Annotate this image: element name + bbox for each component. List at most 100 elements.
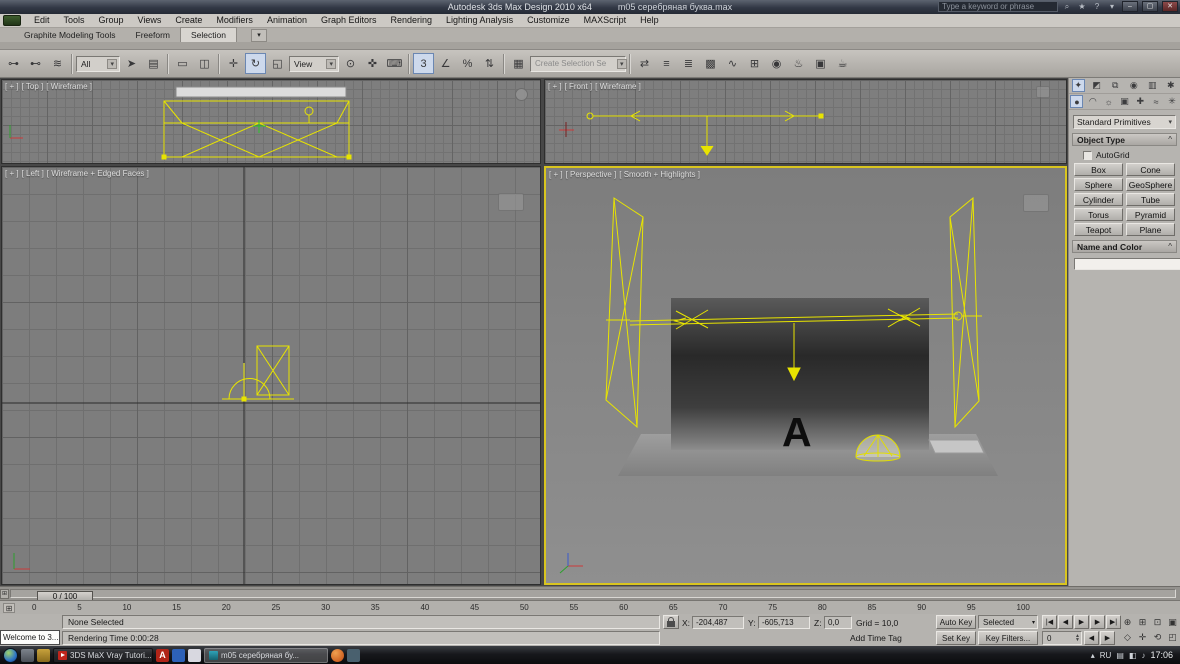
key-mode-dropdown[interactable]: Selected ▾ — [978, 615, 1038, 629]
object-type-button[interactable]: Pyramid — [1126, 208, 1175, 221]
taskbar-app-icon-light[interactable] — [188, 648, 201, 662]
viewport-shading-label[interactable]: [ Smooth + Highlights ] — [619, 170, 700, 179]
field-of-view-icon[interactable]: ◇ — [1120, 630, 1135, 645]
keyboard-override-icon[interactable]: ⌨ — [384, 53, 405, 74]
auto-key-button[interactable]: Auto Key — [936, 615, 976, 629]
viewport-menu-button[interactable]: [ + ] — [549, 170, 563, 179]
viewport-shading-label[interactable]: [ Wireframe ] — [46, 82, 92, 91]
ribbon-tab-selection[interactable]: Selection — [180, 27, 237, 42]
ribbon-tab-freeform[interactable]: Freeform — [126, 28, 180, 42]
viewport-name-label[interactable]: [ Perspective ] — [566, 170, 617, 179]
object-type-button[interactable]: Tube — [1126, 193, 1175, 206]
unlink-selection-icon[interactable]: ⊷ — [25, 53, 46, 74]
lights-category-icon[interactable]: ☼ — [1102, 95, 1115, 108]
zoom-icon[interactable]: ⊕ — [1120, 615, 1135, 630]
viewcube[interactable] — [498, 193, 524, 211]
mirror-icon[interactable]: ⇄ — [634, 53, 655, 74]
motion-tab-icon[interactable]: ◉ — [1127, 79, 1140, 92]
viewport-menu-button[interactable]: [ + ] — [5, 169, 19, 178]
selection-region-icon[interactable]: ▭ — [172, 53, 193, 74]
menu-item[interactable]: Create — [168, 14, 209, 27]
select-by-name-icon[interactable]: ▤ — [143, 53, 164, 74]
menu-item[interactable]: Rendering — [384, 14, 440, 27]
select-and-scale-icon[interactable]: ◱ — [267, 53, 288, 74]
object-type-button[interactable]: Cone — [1126, 163, 1175, 176]
quick-launch-folder-icon[interactable] — [37, 648, 50, 662]
start-button[interactable] — [3, 647, 18, 663]
snaps-toggle-icon[interactable]: 3 — [413, 53, 434, 74]
percent-snap-icon[interactable]: % — [457, 53, 478, 74]
viewport-name-label[interactable]: [ Top ] — [22, 82, 44, 91]
viewport-left[interactable]: [ + ] [ Left ] [ Wireframe + Edged Faces… — [1, 166, 541, 585]
maximize-viewport-toggle-icon[interactable]: ◰ — [1165, 630, 1180, 645]
set-key-button[interactable]: Set Key — [936, 631, 976, 645]
named-selection-sets-icon[interactable]: ▦ — [508, 53, 529, 74]
mini-curve-editor-button[interactable]: ⊞ — [3, 603, 15, 613]
create-tab-icon[interactable]: ✦ — [1071, 79, 1085, 92]
selection-filter-dropdown[interactable]: All ▾ — [76, 55, 120, 72]
time-slider-track[interactable]: 0 / 100 — [10, 589, 1176, 601]
select-and-move-icon[interactable]: ✛ — [223, 53, 244, 74]
restore-button[interactable]: ▢ — [1142, 1, 1158, 12]
current-frame-field[interactable]: 0 ▲ ▼ — [1042, 631, 1082, 645]
schematic-view-icon[interactable]: ⊞ — [744, 53, 765, 74]
key-filters-button[interactable]: Key Filters... — [978, 631, 1038, 645]
rendered-frame-window-icon[interactable]: ▣ — [810, 53, 831, 74]
menu-item[interactable]: Tools — [57, 14, 92, 27]
menu-item[interactable]: Lighting Analysis — [439, 14, 520, 27]
volume-tray-icon[interactable]: ♪ — [1141, 651, 1145, 660]
viewport-front[interactable]: [ + ] [ Front ] [ Wireframe ] — [544, 79, 1067, 164]
timeline-config-button[interactable]: ⊞ — [0, 589, 9, 599]
menu-item[interactable]: Group — [92, 14, 131, 27]
next-frame-button[interactable]: ▶ — [1090, 615, 1105, 629]
keyboard-tray-icon[interactable]: ▤ — [1116, 651, 1124, 660]
go-to-start-button[interactable]: |◀ — [1042, 615, 1057, 629]
go-to-end-button[interactable]: ▶| — [1106, 615, 1121, 629]
viewport-top[interactable]: [ + ] [ Top ] [ Wireframe ] — [1, 79, 541, 164]
add-time-tag-label[interactable]: Add Time Tag — [850, 633, 902, 643]
pan-view-icon[interactable]: ✛ — [1135, 630, 1150, 645]
application-menu-icon[interactable] — [3, 15, 21, 26]
play-button[interactable]: ▶ — [1074, 615, 1089, 629]
taskbar-app-icon-blue[interactable] — [172, 648, 185, 662]
zoom-extents-icon[interactable]: ⊡ — [1150, 615, 1165, 630]
menu-item[interactable]: Graph Editors — [314, 14, 384, 27]
taskbar-window-browser[interactable]: 3DS MaX Vray Tutori... — [53, 647, 153, 663]
named-selection-set-combo[interactable]: ▾ — [530, 55, 627, 72]
object-type-button[interactable]: Box — [1074, 163, 1123, 176]
utilities-tab-icon[interactable]: ✱ — [1164, 79, 1177, 92]
layer-manager-icon[interactable]: ≣ — [678, 53, 699, 74]
angle-snap-icon[interactable]: ∠ — [435, 53, 456, 74]
viewcube-home-icon[interactable] — [515, 88, 528, 101]
viewport-shading-label[interactable]: [ Wireframe ] — [595, 82, 641, 91]
object-name-input[interactable] — [1074, 258, 1180, 270]
object-type-rollout[interactable]: Object Type ^ — [1072, 133, 1177, 146]
select-and-rotate-icon[interactable]: ↻ — [245, 53, 266, 74]
menu-item[interactable]: Help — [633, 14, 666, 27]
taskbar-app-icon-a[interactable]: A — [156, 648, 169, 662]
zoom-extents-all-icon[interactable]: ▣ — [1165, 615, 1180, 630]
helpers-category-icon[interactable]: ✚ — [1134, 95, 1147, 108]
menu-item[interactable]: Views — [131, 14, 169, 27]
object-type-button[interactable]: Sphere — [1074, 178, 1123, 191]
select-and-manipulate-icon[interactable]: ✜ — [362, 53, 383, 74]
autogrid-checkbox[interactable] — [1083, 150, 1092, 160]
modify-tab-icon[interactable]: ◩ — [1090, 79, 1103, 92]
viewport-menu-button[interactable]: [ + ] — [548, 82, 562, 91]
orbit-icon[interactable]: ⟲ — [1150, 630, 1165, 645]
language-indicator[interactable]: RU — [1100, 651, 1112, 660]
coord-x-field[interactable]: -204,487 — [692, 616, 744, 629]
viewport-shading-label[interactable]: [ Wireframe + Edged Faces ] — [47, 169, 149, 178]
graphite-ribbon-icon[interactable]: ▩ — [700, 53, 721, 74]
taskbar-app-icon-gray[interactable] — [347, 648, 360, 662]
zoom-all-icon[interactable]: ⊞ — [1135, 615, 1150, 630]
menu-item[interactable]: Modifiers — [209, 14, 260, 27]
frame-spinner[interactable]: ▲ ▼ — [1075, 634, 1081, 643]
ribbon-tab-graphite[interactable]: Graphite Modeling Tools — [14, 28, 126, 42]
space-warps-category-icon[interactable]: ≈ — [1150, 95, 1163, 108]
infocenter-dropdown-icon[interactable]: ▾ — [1106, 2, 1118, 11]
quick-launch-icon[interactable] — [21, 648, 34, 662]
reference-coordinate-dropdown[interactable]: View ▾ — [289, 55, 339, 72]
ribbon-overflow-button[interactable]: ▾ — [250, 29, 267, 42]
object-type-button[interactable]: Torus — [1074, 208, 1123, 221]
